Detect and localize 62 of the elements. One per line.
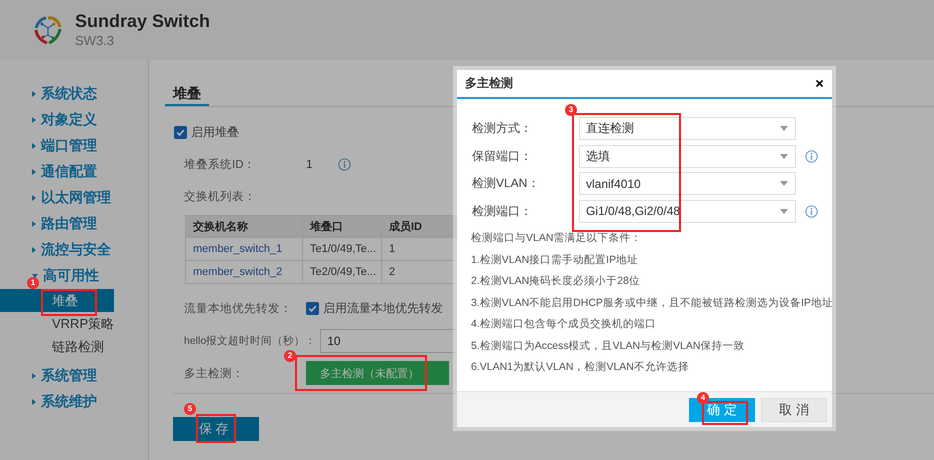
sidebar-item[interactable]: 端口管理: [41, 137, 97, 155]
cancel-button[interactable]: 取 消: [761, 398, 827, 422]
caret-icon: [780, 208, 788, 214]
switch-link[interactable]: member_switch_2: [186, 260, 302, 284]
field-label: hello报文超时时间（秒）：: [184, 334, 316, 348]
dropdown[interactable]: 直连检测: [579, 117, 796, 140]
close-icon[interactable]: [815, 79, 824, 88]
sidebar-item[interactable]: 系统管理: [41, 367, 97, 385]
checkbox-label: 启用堆叠: [191, 124, 239, 140]
checkbox-label: 启用流量本地优先转发: [323, 300, 443, 316]
switch-link[interactable]: member_switch_1: [186, 238, 302, 260]
sidebar-item[interactable]: 路由管理: [41, 215, 97, 233]
sidebar-item[interactable]: 系统维护: [41, 393, 97, 411]
multi-detect-button[interactable]: 多主检测（未配置）: [306, 361, 449, 385]
tab[interactable]: 堆叠: [165, 82, 209, 106]
sidebar-item[interactable]: 流控与安全: [41, 241, 111, 259]
info-icon: [338, 158, 351, 170]
version-label: SW3.3: [75, 32, 116, 50]
checkbox[interactable]: [306, 302, 319, 314]
dropdown[interactable]: Gi1/0/48,Gi2/0/48: [579, 200, 796, 222]
save-button[interactable]: 保 存: [173, 417, 259, 441]
field-label: 交换机列表：: [184, 189, 257, 204]
field-label: 流量本地优先转发：: [184, 301, 293, 316]
field-label: 检测VLAN：: [472, 175, 540, 192]
table-cell: Te2/0/49,Te...: [302, 260, 382, 284]
field-value: 1: [306, 157, 313, 171]
sidebar-item[interactable]: 系统状态: [41, 85, 97, 103]
sidebar-subitem[interactable]: 链路检测: [0, 335, 114, 358]
table-cell: Te1/0/49,Te...: [302, 238, 382, 260]
dropdown[interactable]: 选填: [579, 144, 796, 168]
caret-icon: [780, 126, 788, 131]
highlight-frame: [196, 414, 236, 443]
step-badge: 5: [184, 403, 196, 415]
dropdown[interactable]: vlanif4010: [579, 172, 796, 195]
sidebar-subitem[interactable]: VRRP策略: [0, 312, 114, 335]
step-badge: 2: [284, 350, 296, 362]
sidebar-subitem[interactable]: 堆叠: [0, 289, 114, 312]
sidebar-item[interactable]: 以太网管理: [41, 189, 111, 207]
dialog-title: 多主检测: [465, 75, 513, 92]
note-text: 5.检测端口为Access模式，且VLAN与检测VLAN保持一致: [471, 338, 746, 354]
field-label: 堆叠系统ID：: [184, 157, 256, 172]
note-text: 3.检测VLAN不能启用DHCP服务或中继，且不能被链路检测选为设备IP地址: [471, 296, 832, 310]
field-label: 保留端口：: [472, 148, 533, 164]
step-badge: 4: [697, 392, 709, 404]
step-badge: 1: [27, 277, 39, 289]
column-header: 交换机名称: [186, 216, 302, 238]
sidebar-item[interactable]: 对象定义: [41, 111, 97, 129]
caret-icon: [780, 181, 788, 186]
caret-icon: [780, 154, 788, 158]
checkbox[interactable]: [174, 126, 187, 138]
field-label: 检测端口：: [472, 202, 533, 220]
sidebar-item[interactable]: 高可用性: [43, 267, 99, 285]
highlight-frame: [41, 289, 97, 316]
app-title: Sundray Switch: [75, 10, 210, 32]
step-badge: 3: [565, 104, 577, 116]
field-label: 检测方式：: [472, 120, 533, 137]
logo-icon: [33, 14, 63, 46]
field-label: 多主检测：: [184, 366, 245, 380]
note-text: 4.检测端口包含每个成员交换机的端口: [471, 317, 657, 332]
note-text: 6.VLAN1为默认VLAN，检测VLAN不允许选择: [471, 360, 690, 375]
column-header: 堆叠口: [302, 216, 382, 238]
sidebar-item[interactable]: 通信配置: [41, 163, 97, 181]
